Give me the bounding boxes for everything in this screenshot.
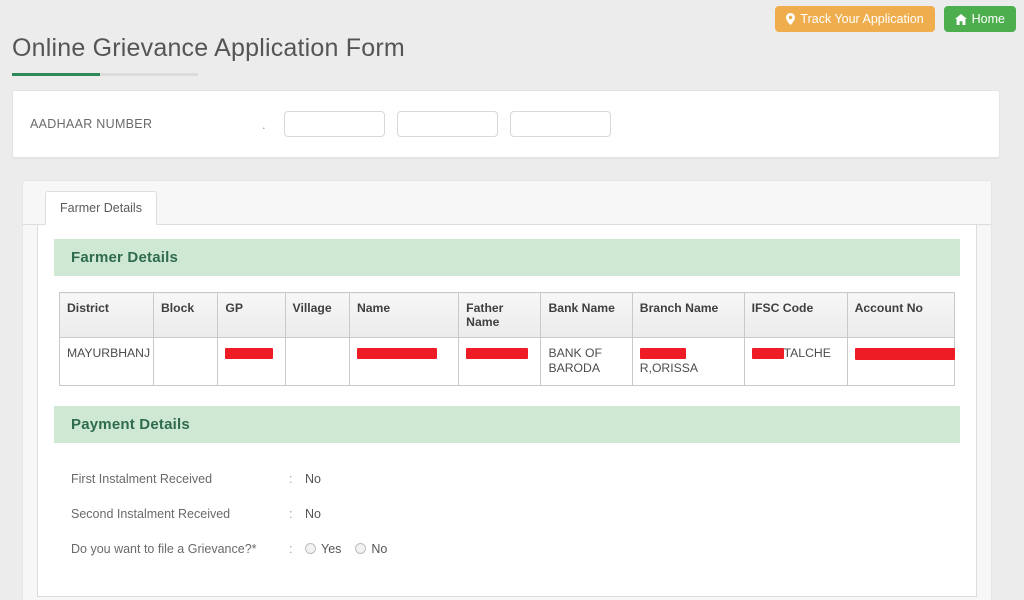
redaction-mark-name [356, 348, 437, 360]
farmer-details-table: District Block GP Village Name Father Na… [59, 292, 956, 386]
column-header-block: Block [152, 292, 219, 338]
redaction-mark-gp [225, 348, 274, 360]
file-grievance-radio-no[interactable] [355, 543, 367, 554]
cell-branch-name-text: R,ORISSA [639, 361, 699, 376]
redaction-mark-father-name [466, 348, 529, 360]
payment-details-section: Payment Details First Instalment Receive… [54, 406, 960, 566]
second-instalment-separator: : [289, 506, 293, 521]
column-header-bank-name: Bank Name [540, 292, 633, 338]
tab-farmer-details[interactable]: Farmer Details [45, 191, 157, 225]
home-label: Home [971, 11, 1005, 26]
cell-father-name [458, 337, 542, 386]
second-instalment-row: Second Instalment Received : No [54, 496, 960, 531]
top-action-bar: Track Your Application Home [775, 6, 1016, 32]
first-instalment-row: First Instalment Received : No [54, 461, 960, 496]
payment-details-heading: Payment Details [54, 406, 960, 443]
farmer-details-table-wrapper: District Block GP Village Name Father Na… [54, 276, 960, 386]
cell-ifsc-code: TALCHE [743, 337, 848, 386]
second-instalment-value: No [305, 506, 321, 521]
file-grievance-radio-no-label: No [371, 541, 388, 556]
cell-block [152, 337, 219, 386]
aadhaar-part-3-input[interactable] [510, 111, 611, 137]
title-underline-accent [12, 73, 198, 77]
tab-bar: Farmer Details [23, 191, 991, 225]
cell-bank-name: BANK OF BARODA [540, 337, 633, 386]
first-instalment-separator: : [289, 471, 293, 486]
map-pin-icon [786, 13, 796, 25]
cell-branch-name: R,ORISSA [631, 337, 745, 386]
main-content-panel: Farmer Details Farmer Details District B… [22, 180, 992, 600]
table-row: MAYURBHANJ BANK OF BARODA R,ORISSA TALCH… [59, 337, 956, 386]
page-title-block: Online Grievance Application Form [12, 33, 412, 77]
aadhaar-input-group [284, 111, 611, 137]
table-header-row: District Block GP Village Name Father Na… [59, 292, 956, 338]
aadhaar-number-label: AADHAAR NUMBER [30, 117, 153, 131]
cell-village [284, 337, 350, 386]
column-header-account-no: Account No [846, 292, 956, 338]
column-header-ifsc-code: IFSC Code [743, 292, 848, 338]
tab-farmer-details-label: Farmer Details [60, 201, 142, 215]
first-instalment-label: First Instalment Received [71, 471, 213, 486]
redaction-mark-account-no [854, 347, 955, 360]
track-your-application-button[interactable]: Track Your Application [775, 6, 935, 32]
file-grievance-radio-yes-label: Yes [321, 541, 342, 556]
cell-account-no [846, 337, 956, 386]
column-header-father-name: Father Name [458, 292, 542, 338]
payment-details-body: First Instalment Received : No Second In… [54, 443, 960, 566]
file-grievance-label: Do you want to file a Grievance?* [71, 541, 257, 556]
redaction-mark-ifsc-code [751, 348, 784, 360]
redaction-mark-branch-name [639, 348, 686, 360]
farmer-details-section: Farmer Details District Block GP Village… [54, 239, 960, 386]
aadhaar-part-1-input[interactable] [284, 111, 385, 137]
home-icon [954, 13, 967, 25]
cell-ifsc-code-text: TALCHE [783, 346, 831, 360]
farmer-details-heading: Farmer Details [54, 239, 960, 276]
page-title: Online Grievance Application Form [12, 34, 405, 62]
file-grievance-radio-group: Yes No [305, 542, 396, 556]
cell-name [348, 337, 460, 386]
tab-panel-farmer-details: Farmer Details District Block GP Village… [37, 225, 977, 597]
column-header-name: Name [348, 292, 460, 338]
column-header-gp: GP [217, 292, 286, 338]
first-instalment-value: No [305, 471, 321, 486]
cell-district: MAYURBHANJ [59, 337, 154, 386]
home-button[interactable]: Home [943, 6, 1016, 32]
file-grievance-row: Do you want to file a Grievance?* : Yes … [54, 531, 960, 566]
column-header-village: Village [284, 292, 350, 338]
file-grievance-radio-yes[interactable] [305, 543, 316, 554]
aadhaar-number-card: AADHAAR NUMBER . [12, 90, 1000, 158]
column-header-branch-name: Branch Name [631, 292, 745, 338]
file-grievance-separator: : [289, 541, 293, 556]
column-header-district: District [59, 292, 154, 338]
second-instalment-label: Second Instalment Received [71, 506, 231, 521]
aadhaar-separator: . [262, 116, 266, 132]
aadhaar-part-2-input[interactable] [397, 111, 498, 137]
track-your-application-label: Track Your Application [800, 11, 924, 26]
cell-gp [217, 337, 286, 386]
aadhaar-number-row: AADHAAR NUMBER . [13, 91, 999, 157]
